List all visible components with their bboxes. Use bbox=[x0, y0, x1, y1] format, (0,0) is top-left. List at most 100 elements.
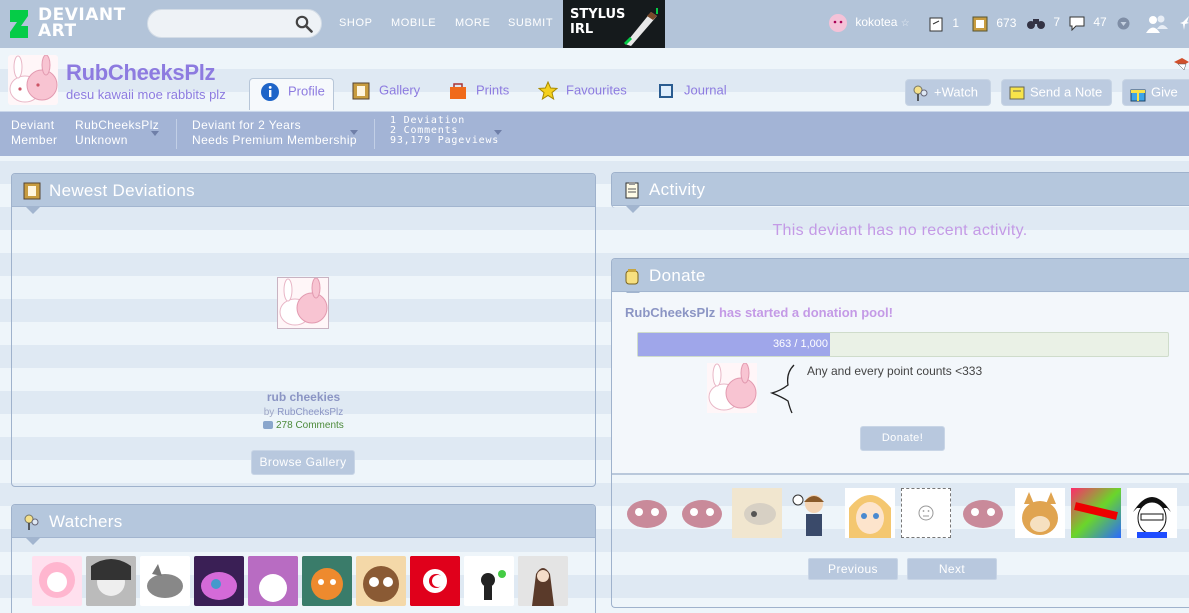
nav-mobile[interactable]: MOBILE bbox=[391, 17, 436, 29]
watcher-avatar[interactable] bbox=[302, 556, 352, 606]
activity-header: Activity bbox=[612, 173, 1189, 213]
stylus-promo-banner[interactable]: STYLUS IRL bbox=[563, 0, 665, 48]
tab-journal[interactable]: Journal bbox=[656, 81, 727, 113]
donation-progress-label: 363 / 1,000 bbox=[772, 338, 828, 350]
dropdown-circle-icon[interactable] bbox=[1117, 17, 1130, 30]
gallery-frame-icon bbox=[23, 182, 41, 200]
user-menu[interactable]: kokotea ☆ bbox=[828, 13, 910, 33]
newest-deviations-title: Newest Deviations bbox=[49, 181, 195, 200]
profile-info-bar: Deviant Member RubCheeksPlz Unknown Devi… bbox=[0, 111, 1189, 156]
profile-stats[interactable]: 1 Deviation 2 Comments 93,179 Pageviews bbox=[390, 116, 499, 146]
next-button[interactable]: Next bbox=[907, 558, 997, 580]
shopping-bag-icon bbox=[450, 83, 466, 99]
donate-title: Donate bbox=[649, 266, 706, 285]
binoculars-icon bbox=[1027, 19, 1045, 29]
promo-text: STYLUS IRL bbox=[570, 7, 626, 37]
stats-dropdown-icon[interactable] bbox=[494, 130, 502, 135]
donor-avatar[interactable] bbox=[958, 488, 1008, 538]
watch-pin-icon bbox=[913, 85, 928, 101]
watchers-header: Watchers bbox=[12, 505, 595, 545]
watcher-avatar[interactable] bbox=[140, 556, 190, 606]
deviantart-logo[interactable]: DEVIANT ART bbox=[8, 6, 128, 42]
bird-mascot-icon bbox=[1174, 58, 1189, 71]
identity-dropdown-icon[interactable] bbox=[151, 131, 159, 136]
watch-button[interactable]: +Watch bbox=[905, 79, 991, 106]
speech-bubble-tail-icon bbox=[769, 364, 795, 414]
newest-deviations-panel: Newest Deviations rub cheekies by RubChe… bbox=[11, 173, 596, 487]
deviation-thumbnail[interactable] bbox=[277, 277, 329, 329]
activity-panel: Activity bbox=[611, 172, 1189, 213]
deviation-byline: by RubCheeksPlz bbox=[263, 407, 344, 418]
activity-title: Activity bbox=[649, 180, 706, 199]
current-username: kokotea bbox=[855, 15, 898, 30]
donor-avatar[interactable] bbox=[1015, 488, 1065, 538]
watcher-avatar[interactable] bbox=[32, 556, 82, 606]
search-icon[interactable] bbox=[295, 15, 313, 33]
watcher-avatar[interactable] bbox=[464, 556, 514, 606]
nav-shop[interactable]: SHOP bbox=[339, 17, 373, 29]
donate-panel: Donate RubCheeksPlz has started a donati… bbox=[611, 258, 1189, 608]
watcher-avatar[interactable] bbox=[194, 556, 244, 606]
watcher-avatar[interactable] bbox=[410, 556, 460, 606]
logo-wordmark: DEVIANT ART bbox=[38, 5, 126, 41]
gallery-icon bbox=[972, 16, 988, 32]
journal-icon bbox=[659, 84, 673, 98]
watcher-avatar[interactable] bbox=[248, 556, 298, 606]
donor-avatar[interactable] bbox=[732, 488, 782, 538]
pool-owner-link[interactable]: RubCheeksPlz bbox=[625, 305, 715, 320]
member-since[interactable]: Deviant for 2 Years Needs Premium Member… bbox=[192, 118, 357, 148]
deviation-comments[interactable]: 278 Comments bbox=[12, 420, 595, 431]
nav-more[interactable]: MORE bbox=[455, 17, 490, 29]
donate-header: Donate bbox=[612, 259, 1189, 299]
watch-pin-icon bbox=[24, 514, 39, 530]
info-icon bbox=[261, 83, 279, 101]
comment-bubble-icon bbox=[1069, 16, 1085, 31]
donor-avatar[interactable] bbox=[1127, 488, 1177, 538]
deviation-author[interactable]: RubCheeksPlz bbox=[277, 407, 343, 418]
send-note-button[interactable]: Send a Note bbox=[1001, 79, 1112, 106]
tab-profile[interactable]: Profile bbox=[249, 78, 334, 110]
comment-icon bbox=[263, 421, 274, 430]
deviantart-mark-icon bbox=[10, 10, 28, 38]
donor-avatar[interactable] bbox=[622, 488, 672, 538]
donor-avatar[interactable] bbox=[845, 488, 895, 538]
note-icon bbox=[1009, 86, 1025, 100]
profile-username[interactable]: RubCheeksPlz bbox=[66, 60, 216, 86]
tab-gallery[interactable]: Gallery bbox=[351, 81, 420, 113]
donor-avatar[interactable] bbox=[788, 488, 838, 538]
stat-deviations[interactable]: 1 bbox=[927, 15, 959, 33]
search-input[interactable] bbox=[158, 15, 288, 33]
bunny-artwork-image bbox=[278, 277, 328, 328]
tab-favourites[interactable]: Favourites bbox=[538, 81, 627, 113]
profile-avatar[interactable] bbox=[8, 55, 58, 105]
gift-icon bbox=[1130, 89, 1146, 102]
watcher-avatar[interactable] bbox=[356, 556, 406, 606]
star-menu-icon[interactable] bbox=[1180, 14, 1189, 32]
donor-avatar[interactable] bbox=[1071, 488, 1121, 538]
nav-submit[interactable]: SUBMIT bbox=[508, 17, 553, 29]
friends-icon[interactable] bbox=[1145, 14, 1169, 34]
donor-avatar[interactable] bbox=[677, 488, 727, 538]
watcher-avatar[interactable] bbox=[86, 556, 136, 606]
stat-comments[interactable]: 47 bbox=[1068, 15, 1107, 31]
stat-watch[interactable]: 7 bbox=[1026, 15, 1060, 31]
donate-button[interactable]: Donate! bbox=[860, 426, 945, 451]
tab-prints[interactable]: Prints bbox=[448, 81, 509, 113]
activity-empty-text: This deviant has no recent activity. bbox=[772, 222, 1028, 239]
bunny-avatar-image bbox=[707, 363, 757, 413]
search-box[interactable] bbox=[147, 9, 322, 38]
give-button[interactable]: Give bbox=[1122, 79, 1189, 106]
member-identity[interactable]: RubCheeksPlz Unknown bbox=[75, 118, 159, 148]
gallery-frame-icon bbox=[352, 82, 370, 100]
donor-avatar[interactable] bbox=[901, 488, 951, 538]
deviation-title[interactable]: rub cheekies bbox=[12, 390, 595, 404]
since-dropdown-icon[interactable] bbox=[350, 130, 358, 135]
browse-gallery-button[interactable]: Browse Gallery bbox=[251, 450, 355, 475]
watcher-avatar[interactable] bbox=[518, 556, 568, 606]
favourite-star-icon bbox=[538, 81, 558, 101]
stat-gallery[interactable]: 673 bbox=[971, 15, 1016, 33]
donation-pool-avatar[interactable] bbox=[707, 363, 757, 413]
deviation-icon bbox=[929, 17, 943, 32]
donation-pool-message: Any and every point counts <333 bbox=[807, 364, 983, 378]
previous-button[interactable]: Previous bbox=[808, 558, 898, 580]
